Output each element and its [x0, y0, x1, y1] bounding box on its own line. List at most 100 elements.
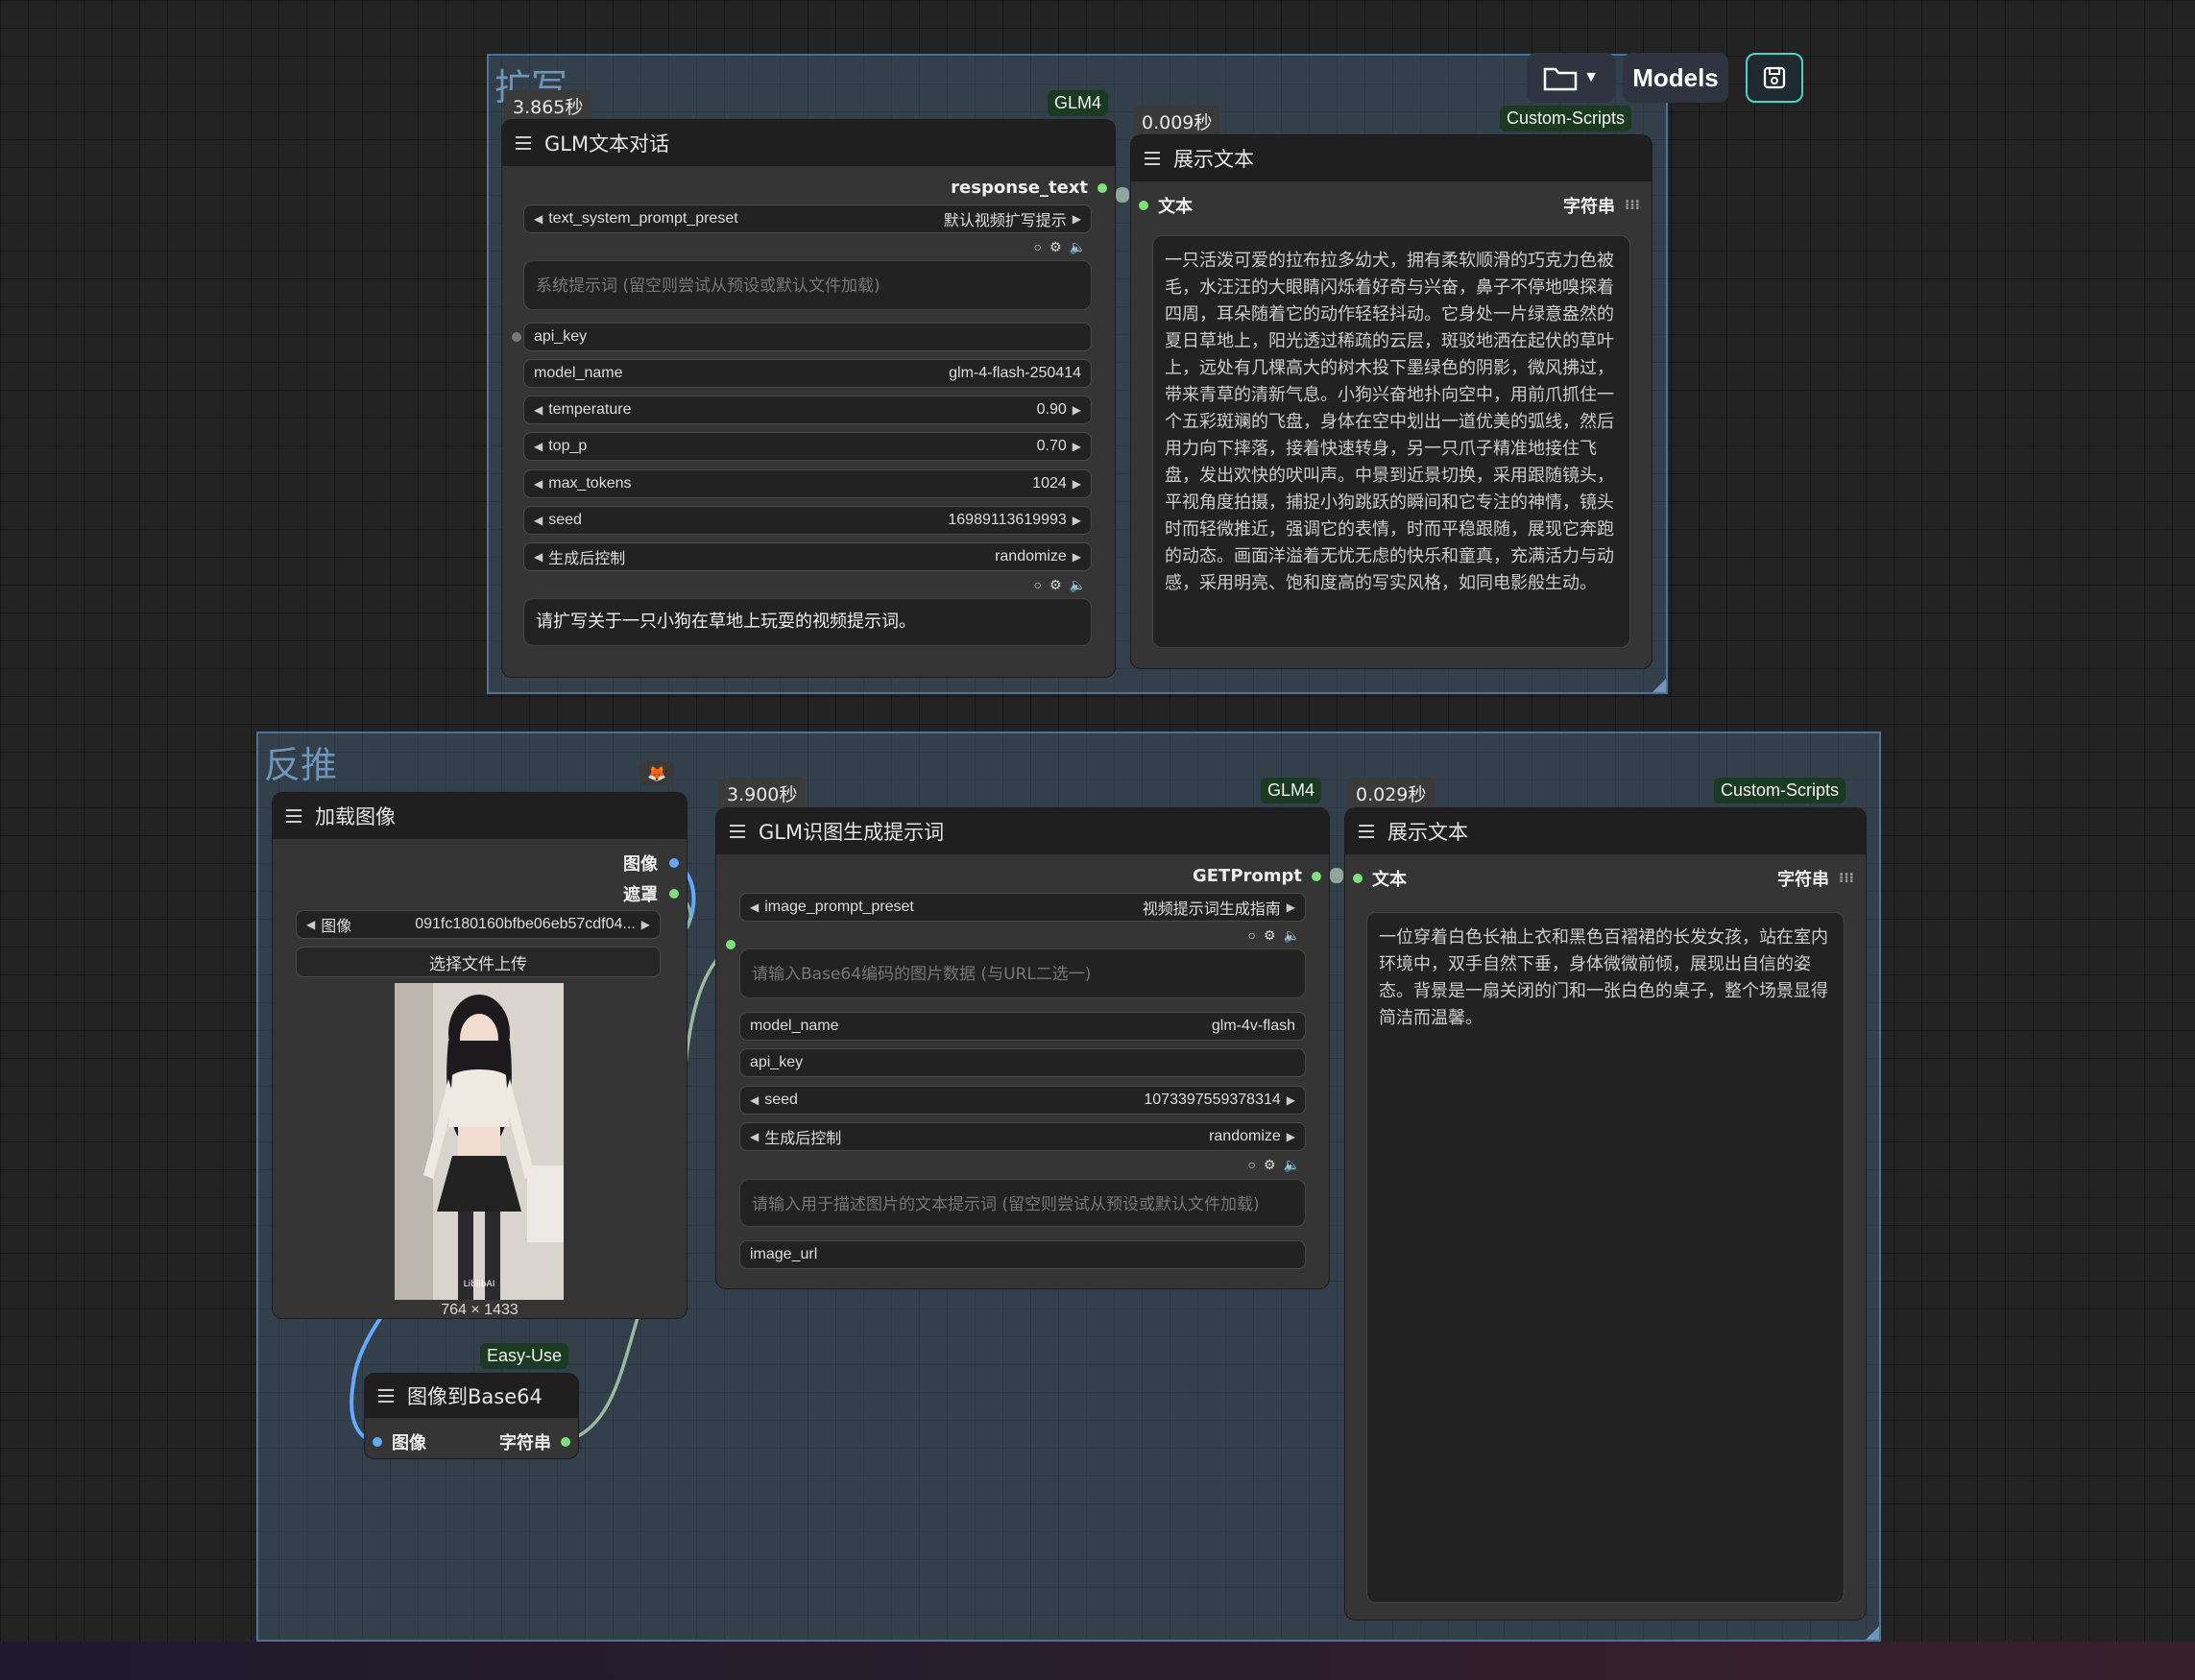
arrow-right-icon[interactable]: ▶ — [1073, 550, 1081, 564]
arrow-right-icon[interactable]: ▶ — [1073, 403, 1081, 417]
node-header[interactable]: 展示文本 — [1345, 808, 1866, 854]
arrow-right-icon[interactable]: ▶ — [1073, 440, 1081, 453]
control-after-generate-select[interactable]: ◀ 生成后控制 randomize ▶ — [739, 1122, 1306, 1151]
image-base64-input-slot[interactable] — [726, 940, 736, 949]
arrow-left-icon[interactable]: ◀ — [534, 477, 543, 491]
circle-icon[interactable]: ○ — [1034, 239, 1042, 255]
grid-icon[interactable]: ⁝⁝⁝ — [1625, 198, 1640, 213]
menu-icon[interactable] — [730, 825, 745, 838]
temperature-stepper[interactable]: ◀ temperature 0.90 ▶ — [523, 396, 1092, 424]
output-string[interactable]: 字符串 ⁝⁝⁝ — [1563, 193, 1640, 218]
model-name-field[interactable]: model_name glm-4-flash-250414 — [523, 359, 1092, 388]
node-header[interactable]: 加载图像 — [273, 793, 687, 839]
input-text[interactable]: 文本 — [1353, 866, 1407, 891]
arrow-left-icon[interactable]: ◀ — [534, 440, 543, 453]
output-slot-dot[interactable] — [1098, 182, 1107, 193]
arrow-left-icon[interactable]: ◀ — [750, 1093, 759, 1107]
group-resize-handle[interactable] — [1866, 1626, 1879, 1640]
node-header[interactable]: GLM识图生成提示词 — [716, 808, 1329, 854]
group-resize-handle[interactable] — [1652, 679, 1666, 692]
gear-icon[interactable]: ⚙ — [1264, 1157, 1276, 1173]
control-after-generate-select[interactable]: ◀ 生成后控制 randomize ▶ — [523, 542, 1092, 571]
output-getprompt[interactable]: GETPrompt — [1193, 866, 1321, 886]
image-base64-textarea[interactable]: 请输入Base64编码的图片数据 (与URL二选一) — [739, 948, 1306, 998]
seed-stepper[interactable]: ◀ seed 1073397559378314 ▶ — [739, 1086, 1306, 1115]
display-text-area[interactable]: 一位穿着白色长袖上衣和黑色百褶裙的长发女孩，站在室内环境中，双手自然下垂，身体微… — [1366, 912, 1845, 1603]
output-slot-dot[interactable] — [561, 1437, 570, 1447]
image-dimensions: 764 × 1433 — [441, 1302, 519, 1318]
arrow-left-icon[interactable]: ◀ — [750, 1130, 759, 1143]
api-key-input-slot[interactable] — [512, 332, 521, 342]
menu-icon[interactable] — [1359, 825, 1374, 838]
circle-icon[interactable]: ○ — [1248, 927, 1256, 944]
menu-icon[interactable] — [516, 136, 531, 150]
node-glm-text-chat[interactable]: GLM文本对话 response_text ◀ text_system_promp… — [502, 120, 1115, 677]
arrow-right-icon[interactable]: ▶ — [1073, 514, 1081, 527]
gear-icon[interactable]: ⚙ — [1049, 239, 1062, 255]
arrow-left-icon[interactable]: ◀ — [534, 212, 543, 226]
models-button[interactable]: Models — [1623, 53, 1728, 103]
arrow-left-icon[interactable]: ◀ — [534, 403, 543, 417]
arrow-right-icon[interactable]: ▶ — [1287, 1093, 1295, 1107]
arrow-right-icon[interactable]: ▶ — [1073, 212, 1081, 226]
output-slot-dot[interactable] — [669, 858, 679, 868]
node-show-text-2[interactable]: 展示文本 文本 字符串 ⁝⁝⁝ 一位穿着白色长袖上衣和黑色百褶裙的长发女孩，站在… — [1345, 808, 1866, 1620]
output-slot-dot[interactable] — [1312, 871, 1321, 881]
arrow-right-icon[interactable]: ▶ — [641, 918, 650, 931]
circle-icon[interactable]: ○ — [1248, 1157, 1256, 1173]
output-string[interactable]: 字符串 ⁝⁝⁝ — [1777, 866, 1854, 891]
gear-icon[interactable]: ⚙ — [1049, 577, 1062, 593]
image-url-field[interactable]: image_url — [739, 1240, 1306, 1269]
node-header[interactable]: 展示文本 — [1131, 135, 1652, 181]
save-button[interactable] — [1746, 53, 1803, 103]
arrow-left-icon[interactable]: ◀ — [750, 900, 759, 914]
display-text-area[interactable]: 一只活泼可爱的拉布拉多幼犬，拥有柔软顺滑的巧克力色被毛，水汪汪的大眼睛闪烁着好奇… — [1152, 235, 1630, 648]
node-image-to-base64[interactable]: 图像到Base64 图像 字符串 — [365, 1374, 578, 1458]
max-tokens-stepper[interactable]: ◀ max_tokens 1024 ▶ — [523, 469, 1092, 498]
input-slot-dot[interactable] — [1353, 874, 1363, 883]
node-header[interactable]: GLM文本对话 — [502, 120, 1115, 166]
upload-file-button[interactable]: 选择文件上传 — [296, 947, 661, 977]
gear-icon[interactable]: ⚙ — [1264, 927, 1276, 944]
menu-icon[interactable] — [378, 1389, 394, 1403]
output-image[interactable]: 图像 — [623, 851, 679, 876]
arrow-left-icon[interactable]: ◀ — [306, 918, 315, 931]
speaker-icon[interactable]: 🔈 — [1070, 239, 1086, 255]
image-file-select[interactable]: ◀ 图像 091fc180160bfbe06eb57cdf04... ▶ — [296, 910, 661, 939]
node-header[interactable]: 图像到Base64 — [365, 1374, 578, 1418]
grid-icon[interactable]: ⁝⁝⁝ — [1839, 871, 1854, 886]
system-prompt-textarea[interactable]: 系统提示词 (留空则尝试从预设或默认文件加载) — [523, 260, 1092, 310]
user-prompt-textarea[interactable]: 请扩写关于一只小狗在草地上玩耍的视频提示词。 — [523, 598, 1092, 646]
folder-dropdown-button[interactable]: ▼ — [1527, 53, 1615, 103]
output-string[interactable]: 字符串 — [499, 1429, 570, 1454]
node-load-image[interactable]: 加载图像 图像 遮罩 ◀ 图像 091fc180160bfbe06eb57cdf0… — [273, 793, 687, 1318]
input-slot-dot[interactable] — [373, 1437, 382, 1447]
arrow-right-icon[interactable]: ▶ — [1287, 900, 1295, 914]
speaker-icon[interactable]: 🔈 — [1284, 1157, 1300, 1173]
top-p-stepper[interactable]: ◀ top_p 0.70 ▶ — [523, 432, 1092, 461]
model-name-field[interactable]: model_name glm-4v-flash — [739, 1012, 1306, 1041]
image-prompt-textarea[interactable]: 请输入用于描述图片的文本提示词 (留空则尝试从预设或默认文件加载) — [739, 1179, 1306, 1227]
output-mask[interactable]: 遮罩 — [623, 881, 679, 906]
api-key-field[interactable]: api_key — [739, 1048, 1306, 1077]
arrow-right-icon[interactable]: ▶ — [1287, 1130, 1295, 1143]
node-glm-vision-prompt[interactable]: GLM识图生成提示词 GETPrompt ◀ image_prompt_prese… — [716, 808, 1329, 1288]
seed-stepper[interactable]: ◀ seed 16989113619993 ▶ — [523, 506, 1092, 535]
circle-icon[interactable]: ○ — [1034, 577, 1042, 593]
arrow-right-icon[interactable]: ▶ — [1073, 477, 1081, 491]
arrow-left-icon[interactable]: ◀ — [534, 550, 543, 564]
text-system-prompt-preset-select[interactable]: ◀ text_system_prompt_preset 默认视频扩写提示 ▶ — [523, 204, 1092, 233]
input-slot-dot[interactable] — [1139, 201, 1148, 210]
arrow-left-icon[interactable]: ◀ — [534, 514, 543, 527]
output-slot-dot[interactable] — [669, 889, 679, 899]
image-prompt-preset-select[interactable]: ◀ image_prompt_preset 视频提示词生成指南 ▶ — [739, 893, 1306, 922]
speaker-icon[interactable]: 🔈 — [1070, 577, 1086, 593]
menu-icon[interactable] — [1145, 152, 1160, 165]
api-key-field[interactable]: api_key — [523, 323, 1092, 351]
input-text[interactable]: 文本 — [1139, 193, 1193, 218]
node-show-text-1[interactable]: 展示文本 文本 字符串 ⁝⁝⁝ 一只活泼可爱的拉布拉多幼犬，拥有柔软顺滑的巧克力… — [1131, 135, 1652, 668]
input-image[interactable]: 图像 — [373, 1429, 426, 1454]
menu-icon[interactable] — [286, 809, 302, 823]
output-response-text[interactable]: response_text — [951, 178, 1107, 198]
speaker-icon[interactable]: 🔈 — [1284, 927, 1300, 944]
